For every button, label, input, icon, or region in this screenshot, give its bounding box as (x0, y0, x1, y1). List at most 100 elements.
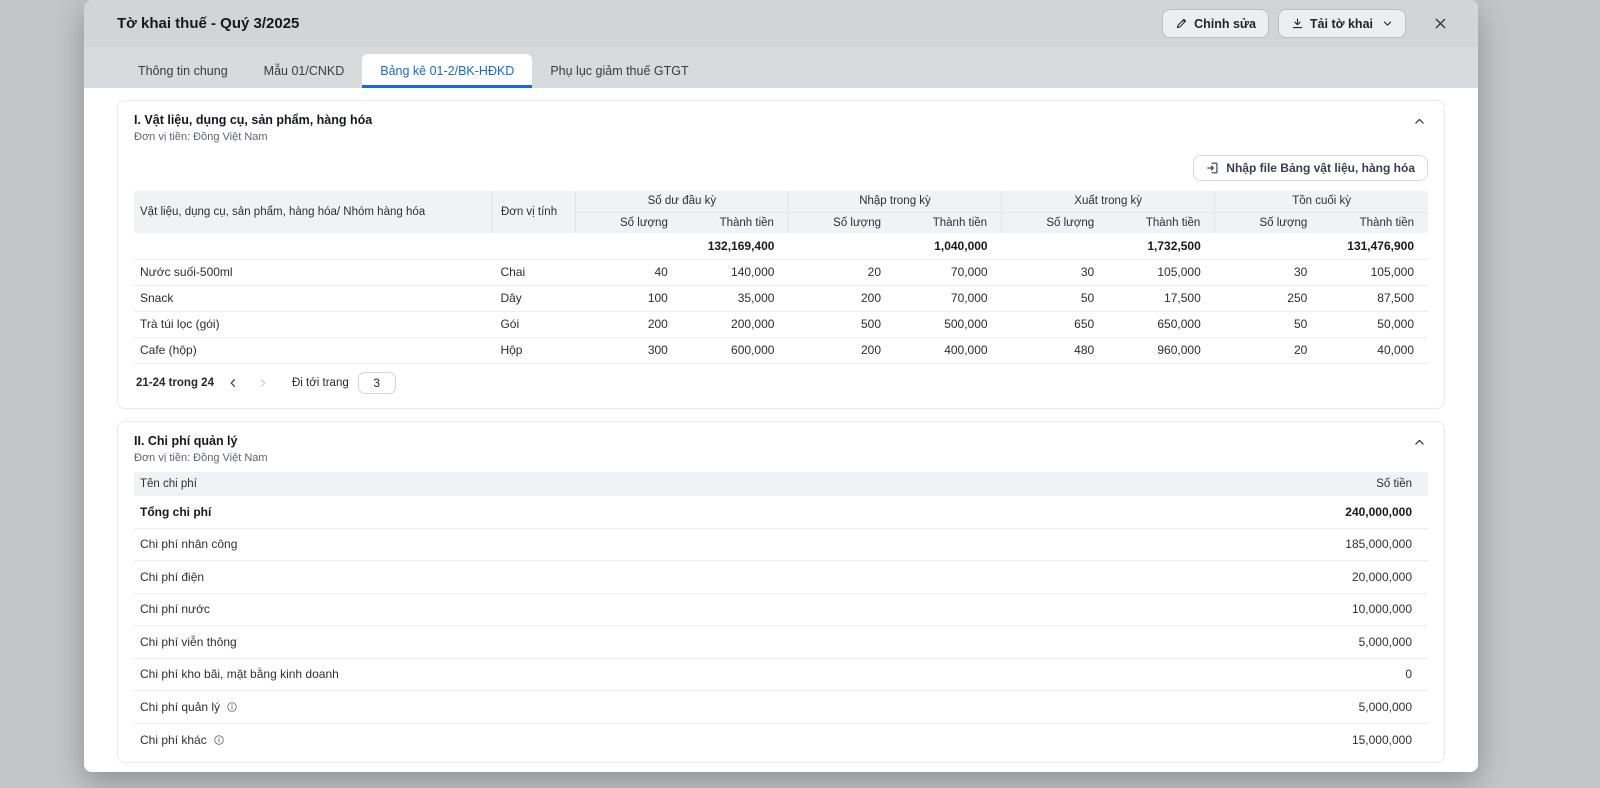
value-cell: 200 (788, 285, 895, 311)
value-cell: 650 (1002, 311, 1109, 337)
total-in-amount: 1,040,000 (895, 233, 1002, 259)
materials-table-row: Trà túi lọc (gói)Gói200200,000500500,000… (134, 311, 1428, 337)
section-expenses-card: II. Chi phí quản lý Đơn vị tiền: Đồng Vi… (117, 421, 1445, 763)
value-cell: 300 (575, 337, 682, 363)
total-out-amount: 1,732,500 (1108, 233, 1215, 259)
collapse-section1-chevron-up-icon[interactable] (1411, 113, 1428, 130)
expense-amount-cell: 0 (1040, 658, 1428, 691)
section-materials-card: I. Vật liệu, dụng cụ, sản phẩm, hàng hóa… (117, 100, 1445, 409)
materials-table: Vật liệu, dụng cụ, sản phẩm, hàng hóa/ N… (134, 191, 1428, 364)
modal-actions: Chỉnh sửa Tải tờ khai (1162, 9, 1448, 38)
pencil-icon (1175, 17, 1188, 30)
subcolumn-amount: Thành tiền (1321, 212, 1428, 233)
item-name-cell: Cafe (hộp) (134, 337, 492, 363)
edit-button-label: Chỉnh sửa (1194, 17, 1256, 31)
value-cell: 100 (575, 285, 682, 311)
edit-button[interactable]: Chỉnh sửa (1162, 9, 1269, 38)
expense-name-cell: Chi phí kho bãi, mặt bằng kinh doanh (134, 658, 1040, 691)
tab-mau-01-cnkd[interactable]: Mẫu 01/CNKD (246, 54, 363, 88)
unit-cell: Dây (492, 285, 575, 311)
total-closing-amount: 131,476,900 (1321, 233, 1428, 259)
goto-page-label: Đi tới trang (292, 377, 349, 389)
section2-currency-note: Đơn vị tiền: Đồng Việt Nam (134, 452, 1411, 464)
value-cell: 17,500 (1108, 285, 1215, 311)
tax-declaration-modal: Tờ khai thuế - Quý 3/2025 Chỉnh sửa Tải … (84, 0, 1478, 772)
expense-amount-cell: 240,000,000 (1040, 496, 1428, 529)
expense-row: Chi phí điện20,000,000 (134, 561, 1428, 594)
value-cell: 650,000 (1108, 311, 1215, 337)
value-cell: 40,000 (1321, 337, 1428, 363)
value-cell: 200 (575, 311, 682, 337)
info-icon[interactable] (226, 701, 238, 713)
expense-row: Chi phí quản lý5,000,000 (134, 691, 1428, 724)
expense-name-cell: Chi phí điện (134, 561, 1040, 594)
import-file-icon (1206, 161, 1220, 175)
expense-name-cell: Chi phí khác (134, 723, 1040, 756)
value-cell: 50,000 (1321, 311, 1428, 337)
value-cell: 20 (1215, 337, 1322, 363)
expense-name-cell: Tổng chi phí (134, 496, 1040, 529)
item-name-cell: Nước suối-500ml (134, 259, 492, 285)
value-cell: 480 (1002, 337, 1109, 363)
import-file-button[interactable]: Nhập file Bảng vật liệu, hàng hóa (1193, 155, 1428, 181)
value-cell: 250 (1215, 285, 1322, 311)
pagination-prev-icon[interactable] (222, 372, 244, 394)
subcolumn-amount: Thành tiền (682, 212, 789, 233)
expense-amount-cell: 15,000,000 (1040, 723, 1428, 756)
tab-content: I. Vật liệu, dụng cụ, sản phẩm, hàng hóa… (84, 88, 1478, 772)
tab-bang-ke-01-2-bk-hdkd[interactable]: Bảng kê 01-2/BK-HĐKD (362, 54, 532, 88)
info-icon[interactable] (213, 734, 225, 746)
value-cell: 400,000 (895, 337, 1002, 363)
column-group-in: Nhập trong kỳ (788, 191, 1001, 212)
value-cell: 40 (575, 259, 682, 285)
modal-header: Tờ khai thuế - Quý 3/2025 Chỉnh sửa Tải … (84, 0, 1478, 47)
expense-row: Chi phí viễn thông5,000,000 (134, 626, 1428, 659)
collapse-section2-chevron-up-icon[interactable] (1411, 434, 1428, 451)
item-name-cell: Trà túi lọc (gói) (134, 311, 492, 337)
pagination-next-icon[interactable] (252, 372, 274, 394)
expense-name-cell: Chi phí nước (134, 593, 1040, 626)
value-cell: 35,000 (682, 285, 789, 311)
download-icon (1291, 17, 1304, 30)
close-icon[interactable] (1433, 16, 1448, 31)
expense-amount-cell: 5,000,000 (1040, 691, 1428, 724)
total-opening-amount: 132,169,400 (682, 233, 789, 259)
expense-row: Chi phí khác15,000,000 (134, 723, 1428, 756)
expense-amount-cell: 5,000,000 (1040, 626, 1428, 659)
expense-column-name: Tên chi phí (134, 472, 1040, 496)
subcolumn-qty: Số lượng (788, 212, 895, 233)
tab-phu-luc-giam-thue-gtgt[interactable]: Phụ lục giảm thuế GTGT (532, 54, 706, 88)
modal-title: Tờ khai thuế - Quý 3/2025 (117, 15, 1162, 32)
column-header-unit: Đơn vị tính (492, 191, 575, 233)
section1-header: I. Vật liệu, dụng cụ, sản phẩm, hàng hóa… (134, 113, 1428, 143)
section1-currency-note: Đơn vị tiền: Đồng Việt Nam (134, 131, 1411, 143)
tab-thong-tin-chung[interactable]: Thông tin chung (120, 54, 246, 88)
value-cell: 87,500 (1321, 285, 1428, 311)
unit-cell: Chai (492, 259, 575, 285)
value-cell: 500,000 (895, 311, 1002, 337)
subcolumn-qty: Số lượng (575, 212, 682, 233)
value-cell: 960,000 (1108, 337, 1215, 363)
value-cell: 50 (1215, 311, 1322, 337)
subcolumn-qty: Số lượng (1002, 212, 1109, 233)
download-declaration-button[interactable]: Tải tờ khai (1278, 9, 1406, 38)
value-cell: 140,000 (682, 259, 789, 285)
unit-cell: Gói (492, 311, 575, 337)
pagination: 21-24 trong 24 Đi tới trang (134, 364, 1428, 402)
materials-table-row: Cafe (hộp)Hộp300600,000200400,000480960,… (134, 337, 1428, 363)
expense-amount-cell: 10,000,000 (1040, 593, 1428, 626)
column-group-closing: Tồn cuối kỳ (1215, 191, 1428, 212)
download-button-label: Tải tờ khai (1310, 17, 1373, 31)
expense-amount-cell: 20,000,000 (1040, 561, 1428, 594)
value-cell: 20 (788, 259, 895, 285)
subcolumn-qty: Số lượng (1215, 212, 1322, 233)
value-cell: 500 (788, 311, 895, 337)
section2-header: II. Chi phí quản lý Đơn vị tiền: Đồng Vi… (134, 434, 1428, 464)
column-group-opening: Số dư đầu kỳ (575, 191, 788, 212)
expenses-table: Tên chi phí Số tiền Tổng chi phí240,000,… (134, 472, 1428, 756)
column-header-name: Vật liệu, dụng cụ, sản phẩm, hàng hóa/ N… (134, 191, 492, 233)
expense-column-amount: Số tiền (1040, 472, 1428, 496)
page-number-input[interactable] (358, 372, 396, 394)
expense-name-cell: Chi phí nhân công (134, 528, 1040, 561)
expense-row: Chi phí nước10,000,000 (134, 593, 1428, 626)
